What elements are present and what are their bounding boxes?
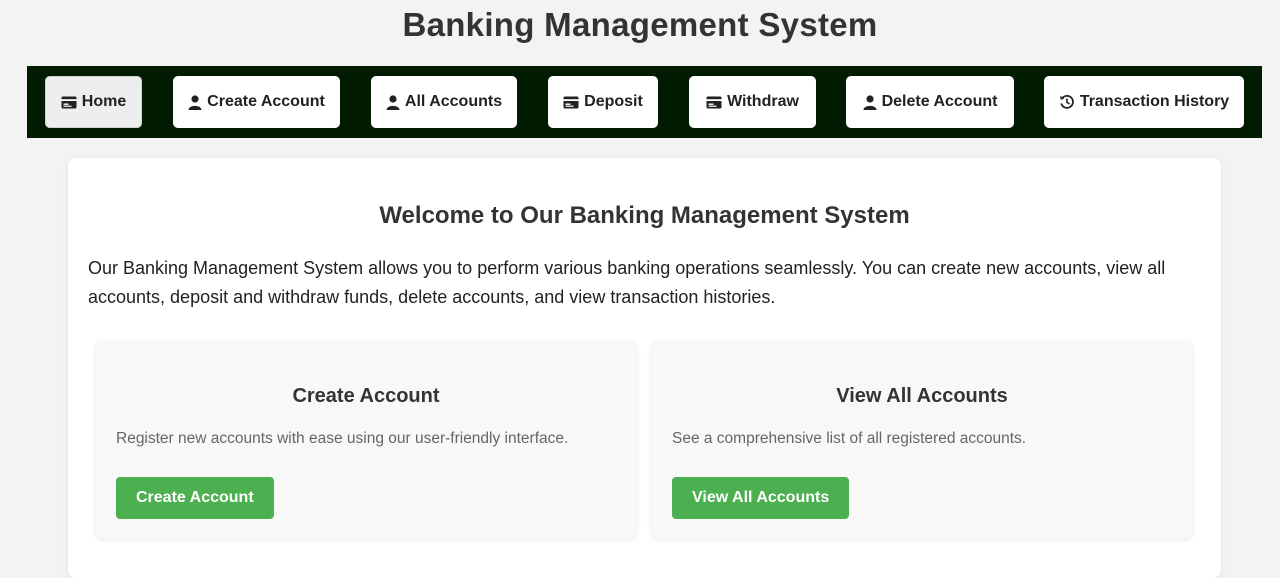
nav-deposit-button[interactable]: Deposit [548,76,658,128]
nav-create-account-button[interactable]: Create Account [173,76,340,128]
card-icon [706,96,722,109]
nav-home-button[interactable]: Home [45,76,142,128]
view-all-accounts-card: View All Accounts See a comprehensive li… [651,341,1193,539]
nav-home-label: Home [81,93,127,110]
nav-delete-account-button[interactable]: Delete Account [846,76,1014,128]
intro-text: Our Banking Management System allows you… [88,258,1166,307]
view-all-accounts-button[interactable]: View All Accounts [672,477,850,519]
nav-all-accounts-button[interactable]: All Accounts [371,76,517,128]
view-all-accounts-card-title: View All Accounts [836,385,1008,407]
create-account-card: Create Account Register new accounts wit… [95,341,637,539]
nav-deposit-label: Deposit [584,93,643,110]
card-icon [563,96,579,109]
nav-transaction-history-button[interactable]: Transaction History [1044,76,1244,128]
history-icon [1059,94,1075,110]
page-title: Banking Management System [402,6,878,43]
create-account-button[interactable]: Create Account [116,477,274,519]
create-account-card-title: Create Account [292,385,440,407]
nav-all-accounts-label: All Accounts [404,93,503,110]
user-icon [386,94,400,110]
nav-transaction-history-label: Transaction History [1079,93,1230,110]
nav-delete-account-label: Delete Account [881,93,998,110]
view-all-accounts-card-description: See a comprehensive list of all register… [672,430,1027,447]
user-icon [863,94,877,110]
welcome-panel: Welcome to Our Banking Management System… [68,158,1221,578]
nav-create-account-label: Create Account [207,93,325,110]
create-account-card-description: Register new accounts with ease using ou… [116,430,569,447]
nav-withdraw-label: Withdraw [727,93,799,110]
nav-withdraw-button[interactable]: Withdraw [689,76,816,128]
welcome-title: Welcome to Our Banking Management System [379,202,910,229]
card-icon [61,96,77,109]
navbar: Home Create Account All Accounts Deposit… [27,66,1262,138]
user-icon [188,94,202,110]
